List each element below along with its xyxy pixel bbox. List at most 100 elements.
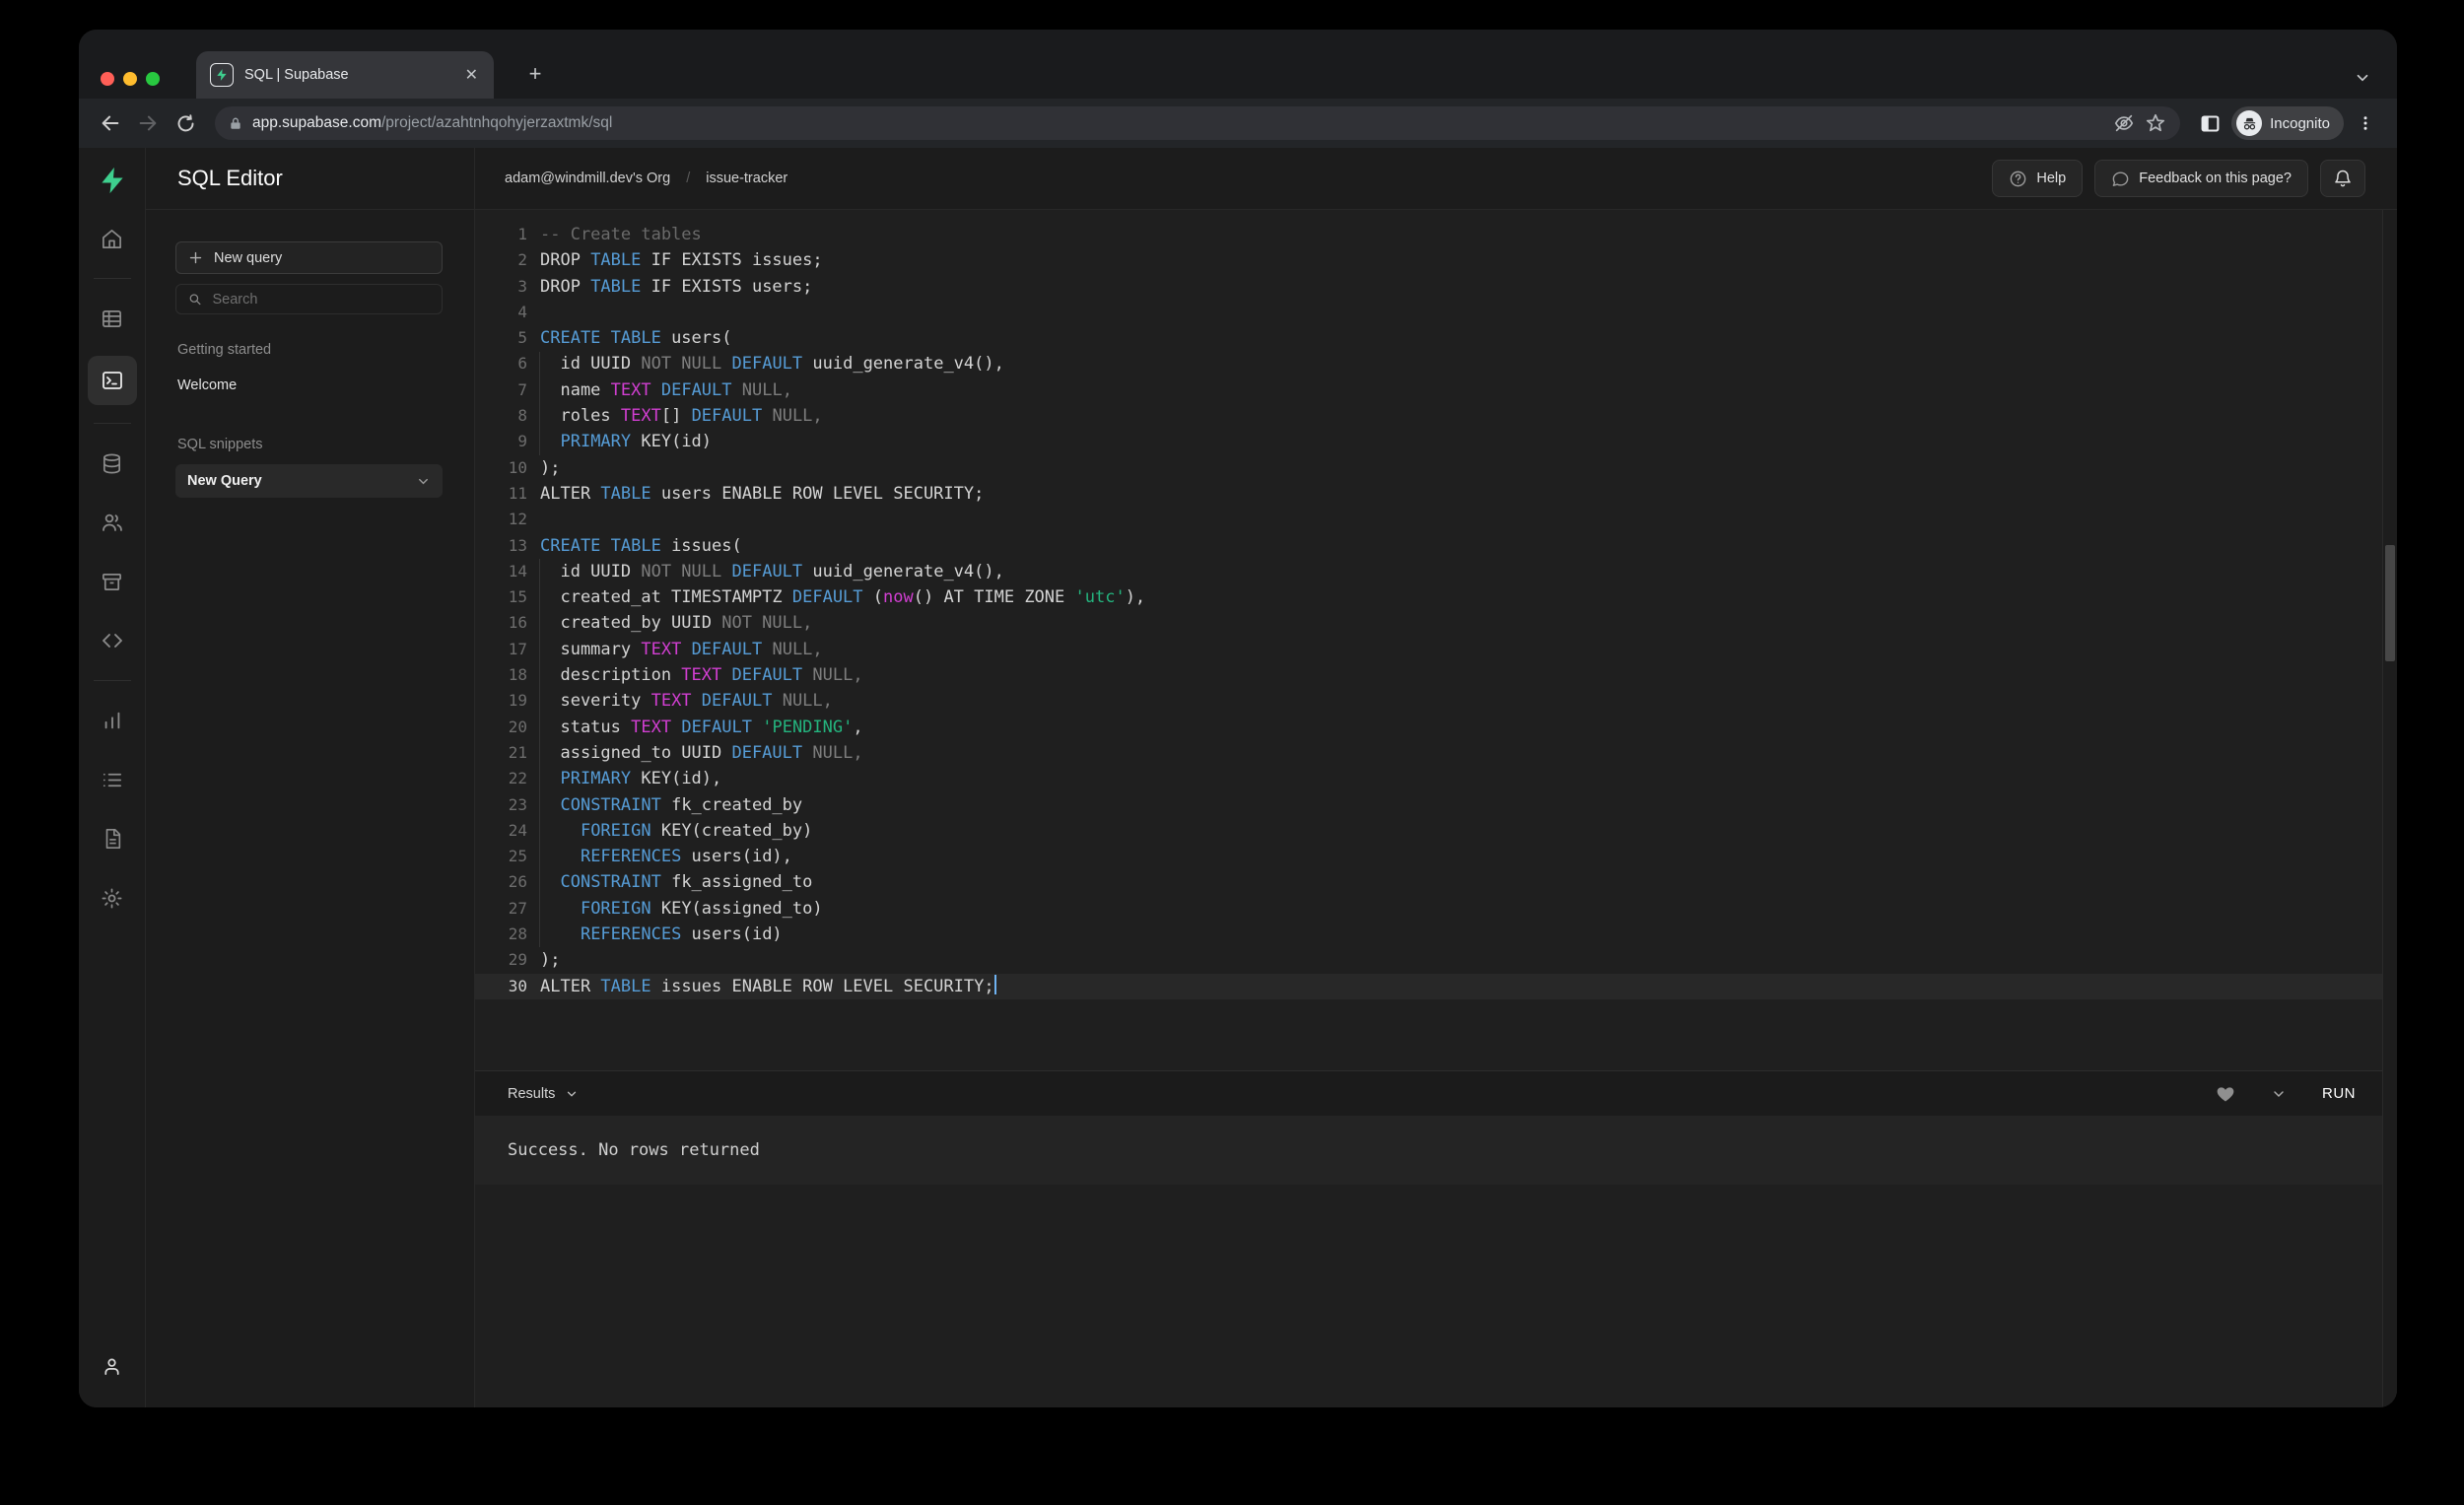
rail-logs-icon[interactable] (91, 758, 134, 801)
rail-home-icon[interactable] (91, 217, 134, 260)
code-line: 27 FOREIGN KEY(assigned_to) (475, 896, 2397, 922)
rail-account-icon[interactable] (91, 1344, 134, 1388)
code-line: 7 name TEXT DEFAULT NULL, (475, 377, 2397, 403)
code-line: 26 CONSTRAINT fk_assigned_to (475, 869, 2397, 895)
browser-tab-active[interactable]: SQL | Supabase ✕ (196, 51, 494, 99)
rail-divider (94, 423, 131, 424)
code-line: 10); (475, 455, 2397, 481)
run-options-chevron-icon[interactable] (2271, 1086, 2287, 1102)
incognito-icon (2236, 110, 2262, 136)
results-tab[interactable]: Results (508, 1086, 579, 1102)
query-result-message: Success. No rows returned (475, 1116, 2397, 1185)
app-header-left: SQL Editor (146, 148, 475, 209)
rail-edge-functions-icon[interactable] (91, 619, 134, 662)
code-line: 1-- Create tables (475, 222, 2397, 247)
notifications-button[interactable] (2320, 160, 2365, 197)
code-line: 23 CONSTRAINT fk_created_by (475, 792, 2397, 818)
browser-menu-icon[interactable] (2350, 107, 2381, 139)
rail-docs-icon[interactable] (91, 817, 134, 860)
tab-strip: SQL | Supabase ✕ + (79, 30, 2397, 99)
side-panel-icon[interactable] (2194, 107, 2225, 139)
back-button[interactable] (95, 107, 126, 139)
code-line: 2DROP TABLE IF EXISTS issues; (475, 247, 2397, 273)
help-label: Help (2036, 171, 2066, 186)
plus-icon (188, 250, 203, 265)
code-line: 21 assigned_to UUID DEFAULT NULL, (475, 740, 2397, 766)
new-query-button-label: New query (214, 250, 282, 266)
breadcrumb-project[interactable]: issue-tracker (706, 171, 787, 186)
tab-title: SQL | Supabase (244, 67, 461, 83)
selected-snippet-label: New Query (187, 473, 262, 489)
editor-scrollbar[interactable] (2382, 210, 2397, 1407)
search-input[interactable] (213, 292, 431, 308)
window-controls (101, 72, 160, 86)
bell-icon (2333, 169, 2353, 188)
sidebar-item-new-query-selected[interactable]: New Query (175, 464, 443, 498)
code-line: 14 id UUID NOT NULL DEFAULT uuid_generat… (475, 559, 2397, 584)
run-button[interactable]: RUN (2322, 1085, 2356, 1102)
rail-auth-users-icon[interactable] (91, 501, 134, 544)
bookmark-star-icon[interactable] (2145, 112, 2166, 134)
tab-close-icon[interactable]: ✕ (461, 63, 482, 87)
new-tab-button[interactable]: + (520, 59, 550, 89)
sql-code-editor[interactable]: 1-- Create tables2DROP TABLE IF EXISTS i… (475, 210, 2397, 1070)
main-area: SQL Editor adam@windmill.dev's Org / iss… (146, 148, 2397, 1407)
tab-search-chevron-icon[interactable] (2354, 69, 2371, 87)
indent-guide (539, 559, 540, 948)
code-line: 5CREATE TABLE users( (475, 325, 2397, 351)
incognito-label: Incognito (2270, 115, 2330, 132)
help-button[interactable]: Help (1992, 160, 2083, 197)
code-line: 12 (475, 507, 2397, 532)
favorite-heart-icon[interactable] (2216, 1084, 2235, 1104)
rail-sql-editor-icon[interactable] (88, 356, 137, 405)
content-area: New query Getting started Welcome SQL sn… (146, 210, 2397, 1407)
code-line: 3DROP TABLE IF EXISTS users; (475, 274, 2397, 300)
code-line: 25 REFERENCES users(id), (475, 844, 2397, 869)
header-actions: Help Feedback on this page? (1992, 160, 2365, 197)
forward-button[interactable] (132, 107, 164, 139)
code-line: 22 PRIMARY KEY(id), (475, 766, 2397, 791)
supabase-app: SQL Editor adam@windmill.dev's Org / iss… (79, 148, 2397, 1407)
code-line: 18 description TEXT DEFAULT NULL, (475, 662, 2397, 688)
browser-toolbar: app.supabase.com/project/azahtnhqohyjerz… (79, 99, 2397, 148)
results-actions: RUN (2216, 1084, 2356, 1104)
indent-guide (539, 352, 540, 455)
rail-table-editor-icon[interactable] (91, 297, 134, 340)
rail-storage-icon[interactable] (91, 560, 134, 603)
results-empty-area (475, 1185, 2397, 1407)
sql-editor-sidebar: New query Getting started Welcome SQL sn… (146, 210, 475, 1407)
chevron-down-icon[interactable] (416, 474, 431, 489)
search-box[interactable] (175, 284, 443, 314)
code-line: 16 created_by UUID NOT NULL, (475, 610, 2397, 636)
rail-divider (94, 680, 131, 681)
close-window-button[interactable] (101, 72, 114, 86)
rail-settings-gear-icon[interactable] (91, 876, 134, 920)
feedback-button[interactable]: Feedback on this page? (2094, 160, 2308, 197)
minimize-window-button[interactable] (123, 72, 137, 86)
lock-icon (229, 116, 242, 131)
feedback-label: Feedback on this page? (2139, 171, 2292, 186)
rail-reports-icon[interactable] (91, 699, 134, 742)
editor-area: 1-- Create tables2DROP TABLE IF EXISTS i… (475, 210, 2397, 1407)
new-query-button[interactable]: New query (175, 241, 443, 274)
eye-off-icon[interactable] (2113, 112, 2135, 134)
rail-database-icon[interactable] (91, 442, 134, 485)
question-circle-icon (2009, 170, 2027, 188)
scrollbar-thumb[interactable] (2385, 545, 2395, 661)
browser-window: SQL | Supabase ✕ + app.supabase.com/proj… (79, 30, 2397, 1407)
sidebar-item-welcome[interactable]: Welcome (177, 377, 443, 393)
reload-button[interactable] (170, 107, 201, 139)
incognito-badge: Incognito (2231, 106, 2344, 140)
breadcrumb: adam@windmill.dev's Org / issue-tracker (505, 171, 787, 186)
code-line: 30ALTER TABLE issues ENABLE ROW LEVEL SE… (475, 974, 2397, 999)
url-domain: app.supabase.com (252, 114, 381, 131)
breadcrumb-org[interactable]: adam@windmill.dev's Org (505, 171, 670, 186)
speech-bubble-icon (2111, 170, 2130, 188)
url-path: /project/azahtnhqohyjerzaxtmk/sql (381, 114, 612, 131)
code-line: 9 PRIMARY KEY(id) (475, 429, 2397, 454)
maximize-window-button[interactable] (146, 72, 160, 86)
section-sql-snippets: SQL snippets (177, 437, 443, 452)
url-bar[interactable]: app.supabase.com/project/azahtnhqohyjerz… (215, 106, 2180, 140)
supabase-favicon (210, 63, 234, 87)
supabase-logo[interactable] (98, 166, 127, 195)
